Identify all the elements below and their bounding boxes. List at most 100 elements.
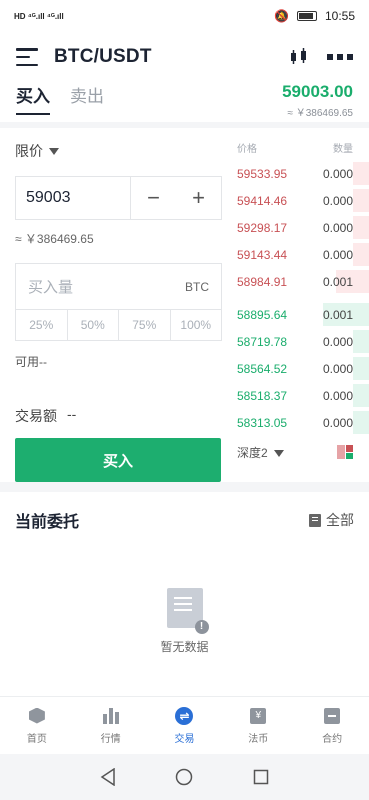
divider xyxy=(0,482,369,492)
price-increment-button[interactable]: + xyxy=(176,177,221,219)
bid-depth-bar xyxy=(353,330,369,353)
bid-depth-bar xyxy=(353,357,369,380)
menu-icon[interactable] xyxy=(16,48,38,66)
market-icon xyxy=(102,707,119,724)
bid-price: 58895.64 xyxy=(237,307,288,322)
tabbar-label: 合约 xyxy=(322,733,343,745)
bid-row[interactable]: 58564.52 0.000 xyxy=(237,355,369,382)
ask-depth-bar xyxy=(353,162,369,185)
current-orders-title: 当前委托 xyxy=(15,514,80,531)
ask-price: 59298.17 xyxy=(237,220,288,235)
more-icon[interactable] xyxy=(327,54,353,60)
bid-row[interactable]: 58518.37 0.000 xyxy=(237,382,369,409)
bid-price: 58719.78 xyxy=(237,334,288,349)
app-header: BTC/USDT xyxy=(0,32,369,82)
percent-selector: 25% 50% 75% 100% xyxy=(16,309,221,340)
caret-down-icon xyxy=(49,147,59,155)
empty-text: 暂无数据 xyxy=(160,640,209,654)
ask-quantity: 0.000 xyxy=(322,247,353,262)
percent-50-button[interactable]: 50% xyxy=(68,310,119,340)
bid-row[interactable]: 58719.78 0.000 xyxy=(237,328,369,355)
tab-buy[interactable]: 买入 xyxy=(16,82,50,115)
trade-amount-label: 交易额 xyxy=(15,408,57,424)
bid-depth-bar xyxy=(353,384,369,407)
depth-select[interactable]: 深度2 xyxy=(237,444,284,461)
tabbar-label: 行情 xyxy=(100,733,121,745)
depth-label: 深度2 xyxy=(237,445,268,460)
percent-75-button[interactable]: 75% xyxy=(119,310,171,340)
available-balance: 可用-- xyxy=(15,355,47,369)
book-layout-icon[interactable] xyxy=(337,445,353,459)
status-bar: HD ⁴ᴳ.ıll ⁴ᴳ.ıll 🔕 10:55 xyxy=(0,0,369,32)
recent-apps-icon[interactable] xyxy=(253,769,269,785)
clock: 10:55 xyxy=(324,9,355,23)
trade-icon: ⇌ xyxy=(175,706,194,725)
tabbar-fiat[interactable]: ¥ 法币 xyxy=(221,697,295,754)
kline-chart-icon[interactable] xyxy=(289,47,309,67)
battery-icon xyxy=(296,11,317,21)
order-book: 价格 数量 59533.95 0.000 59414.46 0.000 59298.17… xyxy=(237,140,369,464)
trade-amount: 交易额 -- xyxy=(15,406,222,426)
order-type-select[interactable]: 限价 xyxy=(15,140,222,162)
ask-quantity: 0.001 xyxy=(322,274,353,289)
tabbar-home[interactable]: 首页 xyxy=(0,697,74,754)
home-icon xyxy=(28,707,45,724)
last-price-cny: ≈ ￥386469.65 xyxy=(287,108,353,119)
empty-state: 暂无数据 xyxy=(0,588,369,655)
price-input: 59003 − + xyxy=(15,176,222,220)
ask-row[interactable]: 59414.46 0.000 xyxy=(237,187,369,214)
home-circle-icon[interactable] xyxy=(175,768,193,786)
price-decrement-button[interactable]: − xyxy=(131,177,176,219)
ask-row[interactable]: 58984.91 0.001 xyxy=(237,268,369,295)
ask-row[interactable]: 59298.17 0.000 xyxy=(237,214,369,241)
caret-down-icon xyxy=(273,449,284,457)
contract-icon xyxy=(324,707,341,724)
order-book-header: 价格 数量 xyxy=(237,140,369,160)
bid-quantity: 0.000 xyxy=(322,361,353,376)
signal-indicators: HD ⁴ᴳ.ıll ⁴ᴳ.ıll xyxy=(14,11,64,21)
bid-row[interactable]: 58895.64 0.001 xyxy=(237,301,369,328)
tabbar-label: 法币 xyxy=(248,733,269,745)
price-field[interactable]: 59003 xyxy=(16,177,131,219)
ask-depth-bar xyxy=(353,243,369,266)
tab-sell[interactable]: 卖出 xyxy=(70,82,104,111)
tabbar-contract[interactable]: 合约 xyxy=(295,697,369,754)
bid-price: 58518.37 xyxy=(237,388,288,403)
ticker: 59003.00 ≈ ￥386469.65 xyxy=(282,82,353,119)
bid-price: 58313.05 xyxy=(237,415,288,430)
bid-quantity: 0.000 xyxy=(322,334,353,349)
pair-title[interactable]: BTC/USDT xyxy=(54,46,152,68)
trade-amount-value: -- xyxy=(67,406,77,422)
order-type-label: 限价 xyxy=(15,143,43,159)
all-orders-label: 全部 xyxy=(326,512,354,528)
amount-field[interactable]: 买入量 BTC xyxy=(16,264,221,309)
bid-quantity: 0.000 xyxy=(322,388,353,403)
bid-quantity: 0.000 xyxy=(322,415,353,430)
bid-quantity: 0.001 xyxy=(322,307,353,322)
bid-row[interactable]: 58313.05 0.000 xyxy=(237,409,369,436)
tabbar-label: 交易 xyxy=(174,733,195,745)
percent-100-button[interactable]: 100% xyxy=(171,310,222,340)
trade-side-tabs: 买入 卖出 59003.00 ≈ ￥386469.65 xyxy=(0,82,369,122)
ask-price: 59533.95 xyxy=(237,166,288,181)
quantity-header: 数量 xyxy=(333,144,353,155)
current-orders-header: 当前委托 全部 xyxy=(15,508,354,532)
amount-unit: BTC xyxy=(185,279,209,294)
bid-price: 58564.52 xyxy=(237,361,288,376)
last-price: 59003.00 xyxy=(282,82,353,101)
depth-controls: 深度2 xyxy=(237,440,369,464)
ask-row[interactable]: 59533.95 0.000 xyxy=(237,160,369,187)
percent-25-button[interactable]: 25% xyxy=(16,310,68,340)
tabbar-trade[interactable]: ⇌ 交易 xyxy=(148,697,222,754)
ask-quantity: 0.000 xyxy=(322,220,353,235)
back-icon[interactable] xyxy=(100,768,116,786)
all-orders-button[interactable]: 全部 xyxy=(309,510,354,530)
buy-button[interactable]: 买入 xyxy=(15,438,221,482)
bottom-tabbar: 首页 行情 ⇌ 交易 ¥ 法币 合约 xyxy=(0,696,369,754)
ask-row[interactable]: 59143.44 0.000 xyxy=(237,241,369,268)
ask-price: 58984.91 xyxy=(237,274,288,289)
tabbar-market[interactable]: 行情 xyxy=(74,697,148,754)
amount-input: 买入量 BTC 25% 50% 75% 100% xyxy=(15,263,222,341)
fiat-icon: ¥ xyxy=(250,707,267,724)
document-icon xyxy=(309,513,321,527)
